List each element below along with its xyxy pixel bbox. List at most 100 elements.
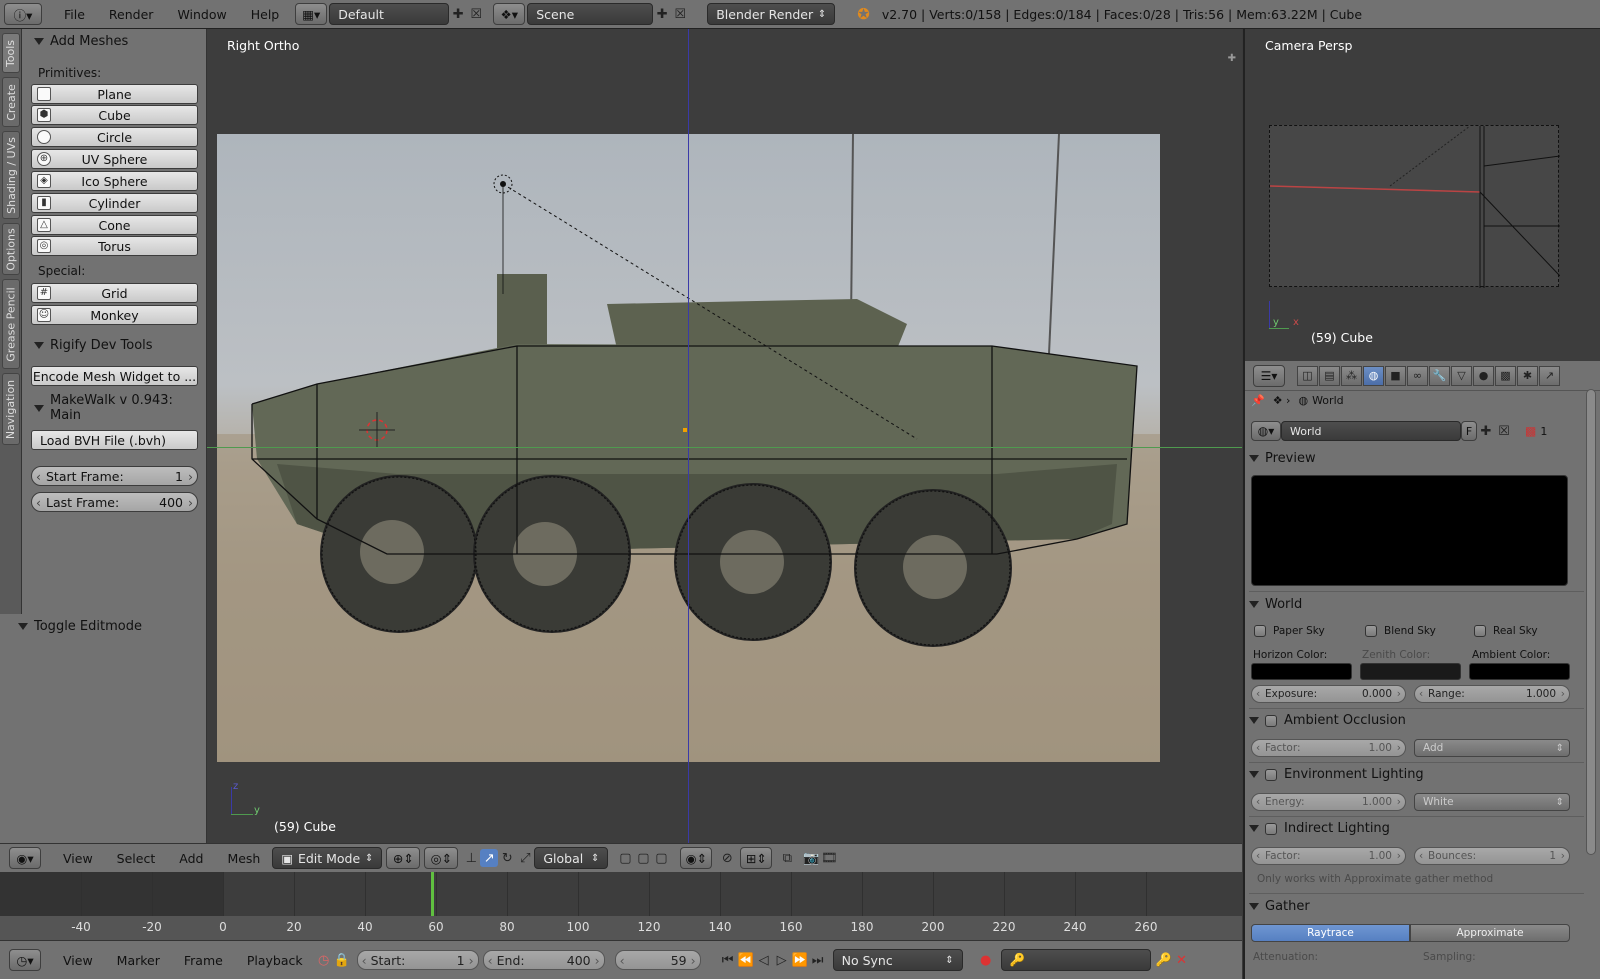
fake-user-button[interactable]: F [1461,421,1477,441]
transform-orientation-select[interactable]: Global ⇕ [534,847,609,869]
texture-tab-icon[interactable]: ▩ [1495,365,1516,386]
tab-navigation[interactable]: Navigation [2,373,20,445]
panel-toggle-editmode[interactable]: Toggle Editmode [6,614,191,638]
next-keyframe-icon[interactable]: ⏩ [791,951,809,969]
constraints-tab-icon[interactable]: ∞ [1407,365,1428,386]
area-split-icon[interactable]: ✚ [1228,53,1236,64]
scale-manipulator-icon[interactable]: ⤢ [516,849,534,867]
3d-viewport[interactable]: Right Ortho (59) Cube z y ✚ [207,29,1242,843]
ao-enable-checkbox[interactable] [1265,714,1277,727]
add-monkey-button[interactable]: ☺ Monkey [31,305,198,325]
add-cone-button[interactable]: △ Cone [31,215,198,235]
tab-tools[interactable]: Tools [2,33,20,73]
indirect-factor-field[interactable]: Factor: 1.00 [1251,847,1406,865]
panel-ambient-occlusion[interactable]: Ambient Occlusion [1249,713,1406,728]
layout-name-field[interactable]: Default [329,3,450,25]
add-torus-button[interactable]: ◎ Torus [31,236,198,256]
snap-element-select[interactable]: ⊞⇕ [740,847,773,869]
range-field[interactable]: Range: 1.000 [1414,685,1570,703]
encode-mesh-widget-button[interactable]: Encode Mesh Widget to ... [31,366,198,386]
start-frame-field[interactable]: Start Frame: 1 [31,466,198,486]
blend-sky-checkbox[interactable]: Blend Sky [1365,625,1436,637]
layer-2-icon[interactable]: ▢ [634,849,652,867]
panel-gather[interactable]: Gather [1249,899,1310,914]
unlink-world-icon[interactable]: ☒ [1495,422,1513,440]
menu-frame[interactable]: Frame [172,953,235,968]
pin-icon[interactable]: 📌 [1251,394,1265,407]
menu-mesh[interactable]: Mesh [215,851,272,866]
exposure-field[interactable]: Exposure: 0.000 [1251,685,1406,703]
remove-layout-icon[interactable]: ☒ [467,5,485,23]
energy-field[interactable]: Energy: 1.000 [1251,793,1406,811]
pivot-point-select[interactable]: ◎⇕ [424,847,459,869]
panel-indirect-lighting[interactable]: Indirect Lighting [1249,821,1390,836]
data-tab-icon[interactable]: ▽ [1451,365,1472,386]
rotate-manipulator-icon[interactable]: ↻ [498,849,516,867]
ao-blend-select[interactable]: Add [1414,739,1570,757]
menu-view[interactable]: View [51,851,105,866]
use-preview-range-icon[interactable]: ◷ [315,951,333,969]
world-name-field[interactable]: World [1281,421,1461,441]
particles-tab-icon[interactable]: ✱ [1517,365,1538,386]
insert-keyframe-icon[interactable]: 🔑 [1155,951,1173,969]
modifiers-tab-icon[interactable]: 🔧 [1429,365,1450,386]
jump-start-icon[interactable]: ⏮ [719,951,737,969]
properties-scrollbar[interactable] [1586,389,1596,855]
load-bvh-button[interactable]: Load BVH File (.bvh) [31,430,198,450]
menu-help[interactable]: Help [239,7,292,22]
menu-playback[interactable]: Playback [235,953,315,968]
ao-factor-field[interactable]: Factor: 1.00 [1251,739,1406,757]
last-frame-field[interactable]: Last Frame: 400 [31,492,198,512]
layer-1-icon[interactable]: ▢ [616,849,634,867]
remove-scene-icon[interactable]: ☒ [671,5,689,23]
add-cylinder-button[interactable]: ▮ Cylinder [31,193,198,213]
real-sky-checkbox[interactable]: Real Sky [1474,625,1538,637]
render-layers-tab-icon[interactable]: ▤ [1319,365,1340,386]
scene-browse-button[interactable]: ❖▾ [493,3,526,25]
object-tab-icon[interactable]: ■ [1385,365,1406,386]
proportional-edit-select[interactable]: ◉⇕ [680,847,713,869]
menu-file[interactable]: File [52,7,97,22]
add-world-icon[interactable]: ✚ [1477,422,1495,440]
properties-editor-type-button[interactable]: ☰▾ [1253,364,1285,387]
menu-render[interactable]: Render [97,7,166,22]
viewport-editor-type-button[interactable]: ◉▾ [9,847,41,869]
play-icon[interactable]: ▷ [773,951,791,969]
zenith-color-swatch[interactable] [1360,663,1461,680]
world-tab-icon[interactable]: ◍ [1363,365,1384,386]
record-icon[interactable]: ● [977,951,995,969]
end-field[interactable]: End: 400 [482,950,605,970]
layout-browse-button[interactable]: ▦▾ [295,3,328,25]
menu-marker[interactable]: Marker [105,953,172,968]
menu-select[interactable]: Select [105,851,168,866]
world-browse-button[interactable]: ◍▾ [1251,421,1281,441]
paper-sky-checkbox[interactable]: Paper Sky [1254,625,1325,637]
mirror-icon[interactable]: ⧉ [778,849,796,867]
frame-ruler[interactable]: -40 -20 0 20 40 60 80 100 120 140 160 180 200 220 240 2… [0,916,1242,940]
gather-approximate-button[interactable]: Approximate [1410,924,1570,942]
menu-timeline-view[interactable]: View [51,953,105,968]
render-animation-icon[interactable]: 🎞 [820,849,838,867]
menu-add[interactable]: Add [167,851,215,866]
delete-keyframe-icon[interactable]: ✕ [1173,951,1191,969]
panel-makewalk[interactable]: MakeWalk v 0.943: Main [22,393,207,423]
env-color-select[interactable]: White [1414,793,1570,811]
add-layout-icon[interactable]: ✚ [449,5,467,23]
timeline-area[interactable] [0,872,1242,916]
viewport-shading-select[interactable]: ⊕⇕ [386,847,421,869]
scene-tab-icon[interactable]: ⁂ [1341,365,1362,386]
render-engine-select[interactable]: Blender Render ⇕ [707,3,836,25]
editor-type-button[interactable]: ⓘ▾ [4,3,42,25]
gather-raytrace-button[interactable]: Raytrace [1251,924,1410,942]
current-frame-line[interactable] [431,872,435,916]
menu-window[interactable]: Window [165,7,238,22]
translate-manipulator-icon[interactable]: ↗ [480,849,499,867]
play-reverse-icon[interactable]: ◁ [755,951,773,969]
prev-keyframe-icon[interactable]: ⏪ [737,951,755,969]
tab-options[interactable]: Options [2,223,20,275]
layer-3-icon[interactable]: ▢ [652,849,670,867]
panel-preview[interactable]: Preview [1249,451,1316,466]
add-grid-button[interactable]: # Grid [31,283,198,303]
current-frame-field[interactable]: 59 [614,950,701,970]
tab-shading-uvs[interactable]: Shading / UVs [2,131,20,219]
